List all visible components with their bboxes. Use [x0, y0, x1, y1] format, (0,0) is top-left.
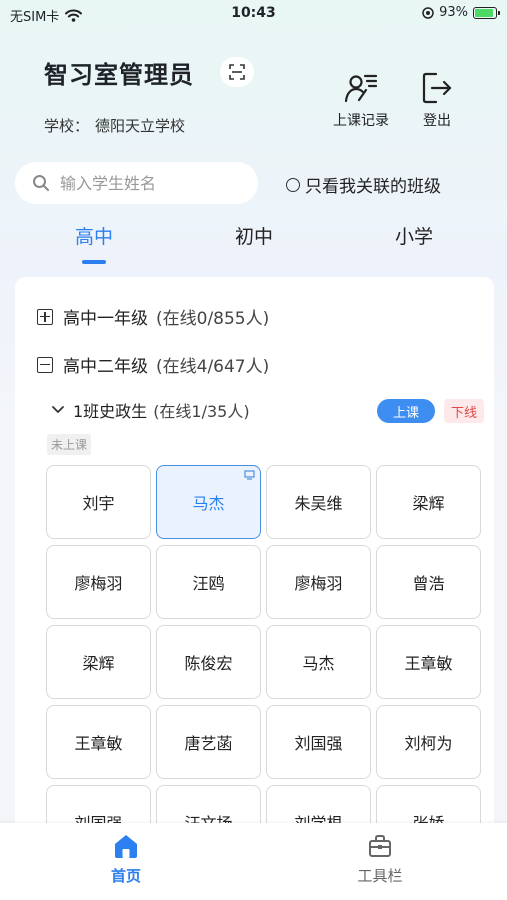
student-card[interactable]: 刘国强: [266, 705, 371, 779]
student-card[interactable]: 廖梅羽: [46, 545, 151, 619]
scan-button[interactable]: [220, 57, 254, 87]
grade-count: (在线0/855人): [156, 309, 270, 329]
school-label: 学校：: [44, 117, 90, 135]
nav-toolbox-label: 工具栏: [357, 867, 403, 885]
grade-row-2[interactable]: 高中二年级 (在线4/647人): [37, 352, 269, 377]
level-tabs: 高中 初中 小学: [0, 222, 507, 264]
chevron-down-icon: [52, 406, 64, 413]
bottom-nav: 首页 工具栏: [0, 823, 507, 900]
page-title: 智习室管理员: [44, 61, 194, 89]
class-list-card: 高中一年级 (在线0/855人) 高中二年级 (在线4/647人) 1班史政生 …: [15, 277, 494, 837]
student-card[interactable]: 马杰: [156, 465, 261, 539]
class-record-button[interactable]: 上课记录: [333, 70, 389, 130]
student-grid: 刘宇 马杰 朱吴维 梁辉 廖梅羽 汪鸥 廖梅羽 曾浩 梁辉 陈俊宏 马杰 王章敏 王章敏 唐艺菡 刘国强 刘柯…: [46, 465, 481, 837]
search-box[interactable]: [15, 162, 258, 204]
search-icon: [33, 175, 49, 191]
student-name: 汪鸥: [192, 574, 225, 593]
student-name: 廖梅羽: [294, 574, 343, 593]
class-row[interactable]: 1班史政生 (在线1/35人): [51, 398, 250, 422]
student-card[interactable]: 马杰: [266, 625, 371, 699]
expand-icon: [37, 308, 53, 325]
class-status-badge: 未上课: [47, 434, 92, 455]
student-card[interactable]: 廖梅羽: [266, 545, 371, 619]
filter-label: 只看我关联的班级: [305, 177, 441, 197]
orientation-lock-icon: [422, 6, 434, 19]
student-name: 马杰: [192, 494, 225, 513]
nav-home-label: 首页: [110, 867, 141, 885]
student-card[interactable]: 陈俊宏: [156, 625, 261, 699]
school-name: 德阳天立学校: [95, 117, 186, 135]
student-name: 马杰: [302, 654, 335, 673]
home-icon: [115, 835, 137, 858]
student-name: 梁辉: [82, 654, 115, 673]
grade-name: 高中二年级: [63, 357, 148, 377]
status-right: 93%: [422, 5, 500, 20]
logout-icon: [422, 72, 452, 104]
student-name: 唐艺菡: [184, 734, 233, 753]
school-info: 学校： 德阳天立学校: [44, 115, 191, 136]
grade-count: (在线4/647人): [156, 357, 270, 377]
class-record-icon: [344, 74, 378, 103]
nav-home[interactable]: 首页: [86, 833, 166, 886]
student-card[interactable]: 朱吴维: [266, 465, 371, 539]
student-name: 刘柯为: [404, 734, 453, 753]
student-name: 曾浩: [412, 574, 445, 593]
start-class-button[interactable]: 上课: [377, 399, 435, 423]
student-name: 陈俊宏: [184, 654, 233, 673]
grade-name: 高中一年级: [63, 309, 148, 329]
search-input[interactable]: [58, 172, 242, 194]
battery-percent: 93%: [439, 5, 468, 20]
student-card[interactable]: 王章敏: [376, 625, 481, 699]
collapse-icon: [37, 356, 53, 373]
student-card[interactable]: 刘宇: [46, 465, 151, 539]
scan-icon: [229, 64, 245, 80]
student-card[interactable]: 梁辉: [46, 625, 151, 699]
nav-toolbox[interactable]: 工具栏: [340, 833, 420, 886]
student-card[interactable]: 刘柯为: [376, 705, 481, 779]
status-bar: 无SIM卡 10:43 93%: [0, 0, 507, 30]
student-name: 王章敏: [404, 654, 453, 673]
student-name: 朱吴维: [294, 494, 343, 513]
active-tab-indicator: [82, 260, 106, 264]
offline-button[interactable]: 下线: [444, 399, 484, 423]
class-name: 1班史政生: [73, 402, 148, 421]
student-name: 廖梅羽: [74, 574, 123, 593]
toolbox-icon: [369, 835, 391, 857]
student-card[interactable]: 梁辉: [376, 465, 481, 539]
student-name: 刘国强: [294, 734, 343, 753]
radio-icon[interactable]: [286, 177, 300, 192]
student-name: 梁辉: [412, 494, 445, 513]
tab-primary-school[interactable]: 小学: [374, 222, 454, 249]
student-card[interactable]: 汪鸥: [156, 545, 261, 619]
class-count: (在线1/35人): [153, 402, 250, 421]
device-icon: [244, 470, 255, 480]
logout-button[interactable]: 登出: [419, 70, 455, 130]
student-name: 刘宇: [82, 494, 115, 513]
tab-high-school[interactable]: 高中: [54, 222, 134, 249]
grade-row-1[interactable]: 高中一年级 (在线0/855人): [37, 304, 269, 329]
my-classes-filter[interactable]: 只看我关联的班级: [286, 172, 441, 197]
student-card[interactable]: 唐艺菡: [156, 705, 261, 779]
student-card[interactable]: 王章敏: [46, 705, 151, 779]
class-record-label: 上课记录: [333, 113, 389, 129]
battery-icon: [473, 6, 500, 19]
tab-middle-school[interactable]: 初中: [214, 222, 294, 249]
student-name: 王章敏: [74, 734, 123, 753]
logout-label: 登出: [423, 113, 451, 129]
student-card[interactable]: 曾浩: [376, 545, 481, 619]
